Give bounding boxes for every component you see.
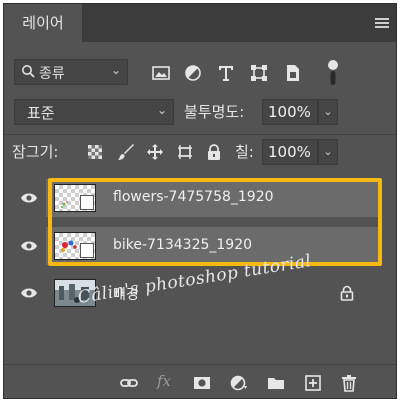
opacity-input[interactable]: 100% [262, 99, 318, 125]
opacity-dropdown-button[interactable]: ⌄ [318, 99, 338, 125]
visibility-eye-icon[interactable] [20, 239, 38, 253]
blend-row: 표준 ⌄ 불투명도: 100% ⌄ [4, 96, 396, 128]
lock-image-pixels-icon[interactable] [117, 143, 135, 161]
new-group-icon[interactable] [267, 374, 285, 392]
panel-menu-icon[interactable] [375, 18, 389, 28]
fill-label: 칠: [235, 143, 254, 161]
fx-icon[interactable]: fx [157, 372, 175, 390]
filter-kind-select[interactable]: 종류 ⌄ [14, 59, 128, 85]
filter-toggle-icon[interactable] [327, 59, 339, 87]
filter-kind-label: 종류 [39, 66, 65, 82]
lock-artboard-icon[interactable] [176, 143, 194, 161]
layer-lock-icon[interactable] [340, 285, 354, 301]
opacity-label: 불투명도: [184, 103, 245, 121]
new-adjustment-icon[interactable] [230, 374, 248, 392]
lock-row: 잠그기: 칠: 100% ⌄ [4, 134, 396, 167]
panel-tab-bar: 레이어 [4, 4, 396, 42]
search-icon [22, 65, 35, 78]
layers-panel: 레이어 종류 ⌄ 표준 ⌄ 불투명도: 100% ⌄ 잠그기: 칠: 100% … [3, 3, 397, 399]
chevron-down-icon: ⌄ [156, 103, 167, 117]
visibility-eye-icon[interactable] [20, 286, 38, 300]
smart-object-filter-icon[interactable] [283, 63, 303, 83]
blend-mode-label: 표준 [27, 104, 55, 122]
filter-row: 종류 ⌄ [4, 56, 396, 88]
image-filter-icon[interactable] [151, 63, 171, 83]
tab-layers[interactable]: 레이어 [4, 4, 82, 42]
fill-input[interactable]: 100% [262, 139, 318, 165]
chevron-down-icon: ⌄ [110, 63, 121, 77]
shape-filter-icon[interactable] [249, 63, 269, 83]
delete-layer-icon[interactable] [340, 374, 358, 392]
fill-dropdown-button[interactable]: ⌄ [318, 139, 338, 165]
blend-mode-select[interactable]: 표준 ⌄ [14, 99, 174, 125]
adjustment-filter-icon[interactable] [183, 63, 203, 83]
add-mask-icon[interactable] [193, 374, 211, 392]
lock-transparent-pixels-icon[interactable] [86, 143, 104, 161]
selection-highlight-frame [48, 178, 382, 266]
type-filter-icon[interactable] [216, 63, 236, 83]
visibility-eye-icon[interactable] [20, 191, 38, 205]
lock-all-icon[interactable] [205, 143, 223, 161]
link-layers-icon[interactable] [120, 374, 138, 392]
lock-position-icon[interactable] [146, 143, 164, 161]
new-layer-icon[interactable] [304, 374, 322, 392]
bottom-toolbar: fx [4, 364, 396, 398]
lock-label: 잠그기: [12, 143, 59, 161]
